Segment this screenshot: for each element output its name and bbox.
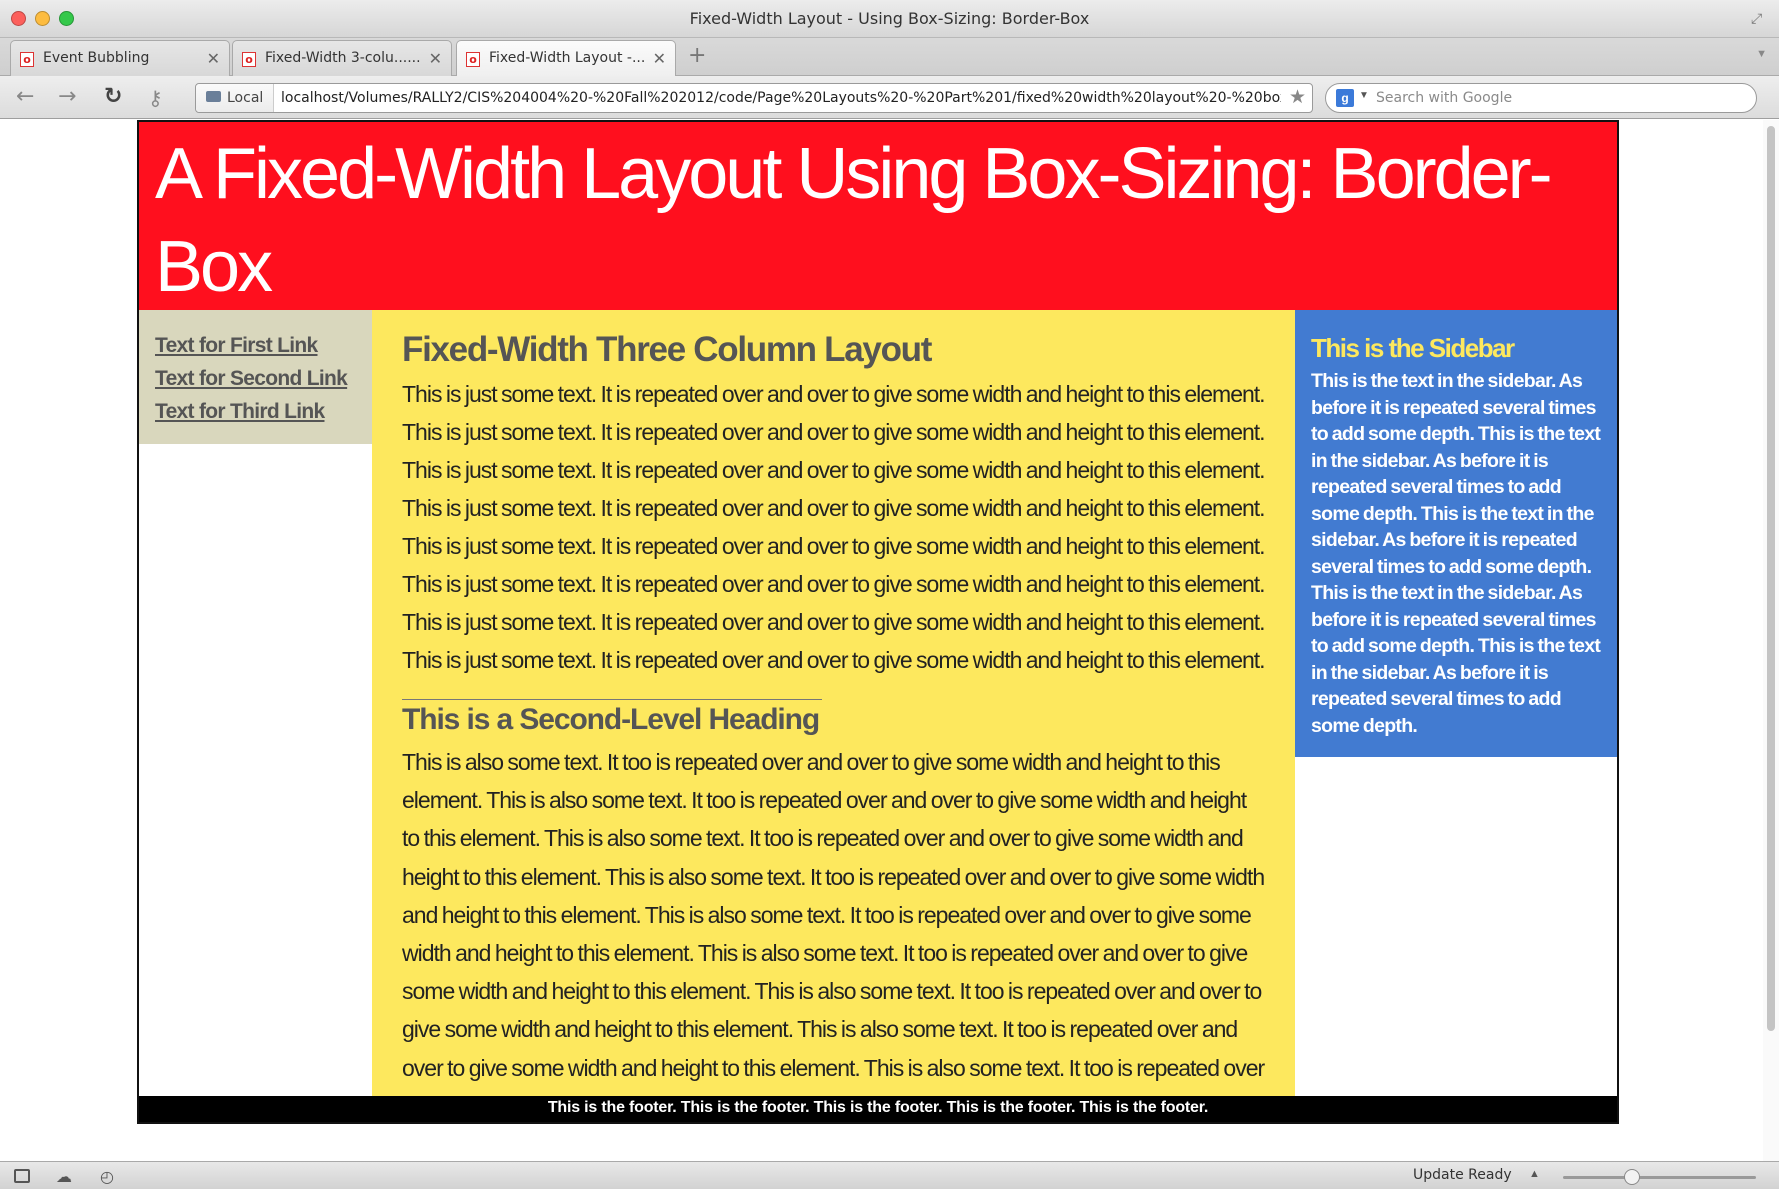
scrollbar-thumb[interactable] [1767, 126, 1775, 1031]
chevron-up-icon[interactable]: ▲ [1529, 1168, 1540, 1180]
tab-label: Event Bubbling [43, 50, 150, 66]
fullscreen-icon[interactable]: ⤢ [1751, 10, 1767, 26]
page-container: A Fixed-Width Layout Using Box-Sizing: B… [137, 120, 1619, 1124]
zoom-slider[interactable] [1563, 1176, 1756, 1179]
second-paragraph: This is also some text. It too is repeat… [402, 749, 1265, 1119]
main-content: Fixed-Width Three Column Layout This is … [372, 310, 1295, 1119]
address-bar[interactable]: Local localhost/Volumes/RALLY2/CIS%20400… [195, 83, 1313, 113]
back-arrow-icon[interactable]: ← [16, 84, 34, 109]
nav-link-first[interactable]: Text for First Link [155, 329, 372, 362]
tab-menu-icon[interactable]: ▼ [1756, 48, 1767, 60]
tab-fixed-width-3-column[interactable]: o Fixed-Width 3-colu...... ✕ [232, 40, 452, 76]
tab-close-icon[interactable]: ✕ [653, 49, 666, 68]
search-input[interactable] [1376, 87, 1736, 109]
search-bar[interactable]: g ▼ [1325, 83, 1757, 113]
zoom-slider-handle[interactable] [1624, 1169, 1640, 1185]
tab-close-icon[interactable]: ✕ [429, 49, 442, 68]
site-info-label: Local [227, 90, 264, 106]
google-icon[interactable]: g [1336, 89, 1354, 107]
chevron-down-icon[interactable]: ▼ [1359, 90, 1369, 101]
nav-column: Text for First Link Text for Second Link… [139, 310, 372, 444]
tab-label: Fixed-Width 3-colu...... [265, 50, 421, 66]
window-title: Fixed-Width Layout - Using Box-Sizing: B… [689, 9, 1090, 28]
footer-text: This is the footer. This is the footer. … [547, 1099, 1209, 1116]
tab-fixed-width-layout[interactable]: o Fixed-Width Layout -... ✕ [456, 40, 676, 76]
key-icon[interactable]: ⚷ [148, 86, 163, 110]
opera-o-icon: o [466, 52, 480, 67]
tab-event-bubbling[interactable]: o Event Bubbling ✕ [10, 40, 230, 76]
page-footer: This is the footer. This is the footer. … [139, 1096, 1617, 1122]
nav-link-second[interactable]: Text for Second Link [155, 362, 372, 395]
tab-close-icon[interactable]: ✕ [207, 49, 220, 68]
tab-strip: o Event Bubbling ✕ o Fixed-Width 3-colu.… [0, 38, 1779, 76]
update-status[interactable]: Update Ready [1413, 1167, 1512, 1183]
main-heading: Fixed-Width Three Column Layout [402, 330, 932, 369]
cloud-icon[interactable]: ☁ [56, 1167, 72, 1186]
opera-o-icon: o [242, 52, 256, 67]
sidebar-text: This is the text in the sidebar. As befo… [1311, 370, 1601, 737]
url-text[interactable]: localhost/Volumes/RALLY2/CIS%204004%20-%… [281, 90, 1281, 106]
tab-label: Fixed-Width Layout -... [489, 50, 646, 66]
nav-link-third[interactable]: Text for Third Link [155, 395, 372, 428]
speed-dial-icon[interactable]: ◴ [100, 1167, 114, 1186]
site-info-badge[interactable]: Local [196, 84, 274, 112]
forward-arrow-icon[interactable]: → [58, 84, 76, 109]
monitor-icon [206, 91, 221, 102]
star-icon[interactable]: ★ [1289, 86, 1306, 109]
status-bar: ☁ ◴ Update Ready ▲ [0, 1161, 1779, 1189]
new-tab-button[interactable]: + [688, 43, 706, 68]
reload-icon[interactable]: ↻ [104, 84, 122, 109]
window-titlebar: Fixed-Width Layout - Using Box-Sizing: B… [0, 0, 1779, 38]
sidebar-heading: This is the Sidebar [1311, 333, 1515, 363]
page-title: A Fixed-Width Layout Using Box-Sizing: B… [155, 134, 1553, 307]
second-level-heading: This is a Second-Level Heading [402, 699, 822, 740]
browser-toolbar: ← → ↻ ⚷ Local localhost/Volumes/RALLY2/C… [0, 76, 1779, 119]
opera-o-icon: o [20, 52, 34, 67]
sidebar: This is the Sidebar This is the text in … [1295, 310, 1617, 757]
panel-toggle-icon[interactable] [14, 1169, 30, 1183]
page-header: A Fixed-Width Layout Using Box-Sizing: B… [139, 122, 1617, 310]
main-paragraph: This is just some text. It is repeated o… [402, 381, 1266, 673]
